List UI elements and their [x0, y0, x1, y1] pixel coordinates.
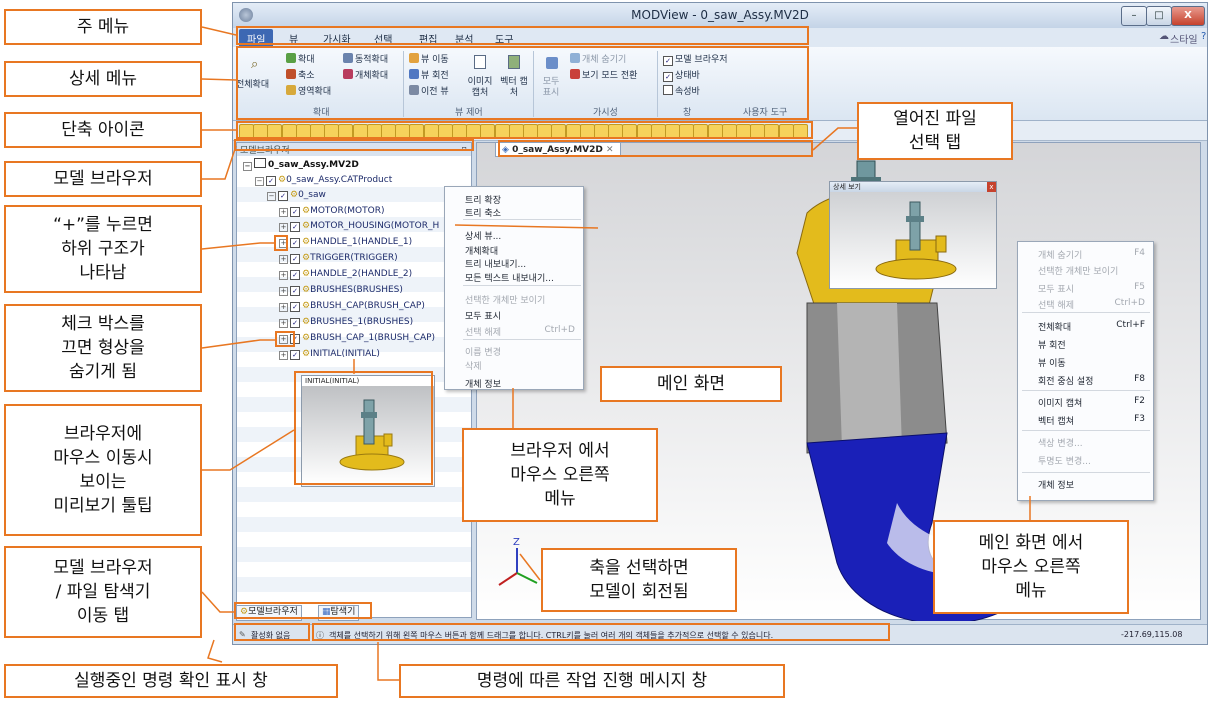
connector-line: [201, 242, 274, 250]
connector-line: [812, 127, 857, 151]
connector-line: [201, 26, 237, 36]
connector-line: [202, 145, 237, 180]
connector-line: [454, 224, 599, 229]
connector-line: [201, 591, 234, 613]
connector-line: [201, 339, 275, 349]
connector-line: [519, 553, 541, 581]
callout-connectors: [201, 26, 1031, 681]
connector-line: [377, 642, 399, 681]
connector-line: [202, 429, 295, 471]
connector-line: [207, 639, 223, 663]
connector-line: [201, 78, 237, 81]
